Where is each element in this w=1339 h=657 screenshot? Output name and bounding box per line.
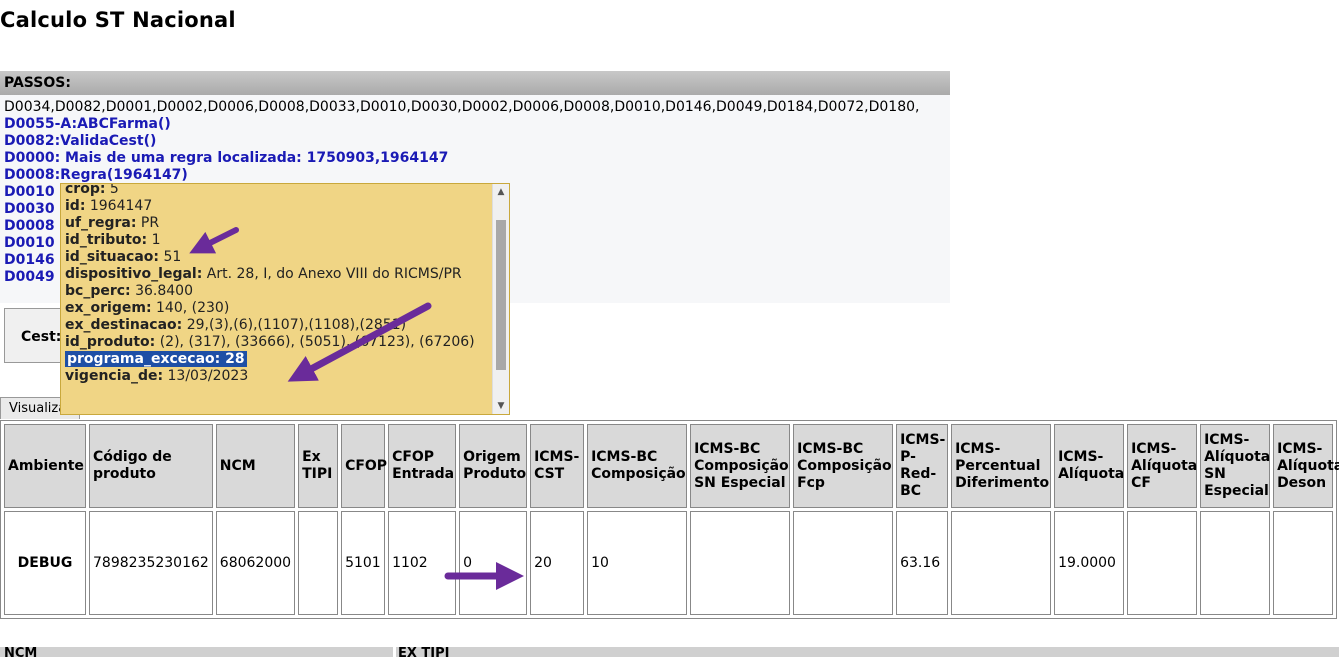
- tooltip-line-highlighted: programa_excecao: 28: [65, 351, 493, 368]
- tooltip-value: Art. 28, I, do Anexo VIII do RICMS/PR: [202, 266, 462, 282]
- tooltip-key: ex_destinacao:: [65, 317, 183, 333]
- tooltip-line: ex_destinacao: 29,(3),(6),(1107),(1108),…: [65, 317, 493, 334]
- table-cell: [298, 511, 339, 615]
- column-header: ICMS-P-Red-BC: [896, 424, 949, 508]
- table-cell: 68062000: [215, 511, 296, 615]
- column-header: Ambiente: [4, 424, 86, 508]
- tooltip-line: vigencia_de: 13/03/2023: [65, 368, 493, 385]
- tooltip-line: ex_origem: 140, (230): [65, 300, 493, 317]
- column-header: Ex TIPI: [298, 424, 339, 508]
- table-row: DEBUG 7898235230162 68062000 5101 1102 0 20 10 6…: [4, 511, 1334, 615]
- regra-tooltip[interactable]: crop: 5 id: 1964147 uf_regra: PR id_tributo…: [60, 183, 510, 415]
- bottom-table-header: NCM EX TIPI: [0, 647, 1339, 657]
- scroll-thumb[interactable]: [496, 220, 506, 370]
- tooltip-value: 140, (230): [151, 300, 230, 316]
- tooltip-line: bc_perc: 36.8400: [65, 283, 493, 300]
- passos-header: PASSOS:: [0, 71, 950, 95]
- column-header: ICMS-Alíquota Deson: [1273, 424, 1339, 508]
- tooltip-value: 36.8400: [130, 283, 193, 299]
- table-cell: 63.16: [896, 511, 949, 615]
- column-header: Código de produto: [89, 424, 213, 508]
- column-header: Origem Produto: [459, 424, 528, 508]
- programa-excecao-selected: programa_excecao: 28: [65, 351, 247, 367]
- tooltip-value: (2), (317), (33666), (5051), (67123), (6…: [155, 334, 475, 350]
- page-title: Calculo ST Nacional: [0, 8, 236, 32]
- scroll-up-icon[interactable]: ▲: [493, 184, 509, 200]
- ncm-header: NCM: [4, 647, 38, 657]
- table-cell: 19.0000: [1054, 511, 1125, 615]
- tooltip-key: vigencia_de:: [65, 368, 164, 384]
- tooltip-value: 5: [105, 183, 119, 197]
- column-header: ICMS-Alíquota CF: [1127, 424, 1197, 508]
- tooltip-value: 1: [147, 232, 161, 248]
- tooltip-value: 13/03/2023: [163, 368, 249, 384]
- tooltip-value: 51: [159, 249, 182, 265]
- table-cell: 7898235230162: [89, 511, 213, 615]
- passos-step: D0000: Mais de uma regra localizada: 175…: [4, 150, 449, 166]
- table-header-row: Ambiente Código de produto NCM Ex TIPI CFOP C…: [4, 424, 1339, 508]
- tooltip-line: dispositivo_legal: Art. 28, I, do Anexo …: [65, 266, 493, 283]
- column-header: ICMS-Percentual Diferimento: [951, 424, 1052, 508]
- column-header: ICMS-CST: [530, 424, 585, 508]
- column-header: ICMS-Alíquota: [1054, 424, 1124, 508]
- tooltip-key: id_tributo:: [65, 232, 148, 248]
- table-cell: [1127, 511, 1198, 615]
- tooltip-key: id:: [65, 198, 86, 214]
- tooltip-key: uf_regra:: [65, 215, 137, 231]
- tooltip-key: bc_perc:: [65, 283, 131, 299]
- passos-codes-line: D0034,D0082,D0001,D0002,D0006,D0008,D003…: [4, 99, 920, 115]
- column-header: ICMS-Alíquota SN Especial: [1200, 424, 1270, 508]
- table-cell: [1273, 511, 1334, 615]
- tooltip-key: id_situacao:: [65, 249, 160, 265]
- column-header: ICMS-BC Composição Fcp: [793, 424, 894, 508]
- calculo-table: Ambiente Código de produto NCM Ex TIPI CFOP C…: [0, 420, 1339, 619]
- table-cell: 0: [459, 511, 528, 615]
- column-header: NCM: [215, 424, 296, 508]
- passos-step-link[interactable]: D0008:Regra(1964147): [4, 167, 946, 184]
- tooltip-key: ex_origem:: [65, 300, 152, 316]
- passos-step: D0082:ValidaCest(): [4, 133, 157, 149]
- table-cell: [1200, 511, 1271, 615]
- tooltip-content: crop: 5 id: 1964147 uf_regra: PR id_tributo…: [65, 183, 493, 385]
- column-header: ICMS-BC Composição SN Especial: [690, 424, 791, 508]
- table-cell: [793, 511, 894, 615]
- passos-step: D0055-A:ABCFarma(): [4, 116, 171, 132]
- tooltip-key: crop:: [65, 183, 106, 197]
- tooltip-line: crop: 5: [65, 183, 493, 198]
- column-header: CFOP: [341, 424, 387, 508]
- cest-label: Cest:: [21, 329, 62, 345]
- tooltip-line: id_produto: (2), (317), (33666), (5051),…: [65, 334, 493, 351]
- scroll-down-icon[interactable]: ▼: [493, 398, 509, 414]
- table-cell: 1102: [388, 511, 457, 615]
- tooltip-scrollbar[interactable]: ▲ ▼: [492, 184, 509, 414]
- table-cell: 5101: [341, 511, 386, 615]
- table-cell: 10: [587, 511, 688, 615]
- tooltip-line: uf_regra: PR: [65, 215, 493, 232]
- tooltip-line: id_situacao: 51: [65, 249, 493, 266]
- table-cell: [951, 511, 1052, 615]
- tooltip-line: id_tributo: 1: [65, 232, 493, 249]
- column-header: CFOP Entrada: [388, 424, 457, 508]
- tooltip-key: id_produto:: [65, 334, 156, 350]
- ex-tipi-header: EX TIPI: [393, 647, 450, 657]
- tooltip-key: dispositivo_legal:: [65, 266, 203, 282]
- table-cell: 20: [530, 511, 585, 615]
- tooltip-value: PR: [136, 215, 160, 231]
- ambiente-cell: DEBUG: [4, 511, 86, 615]
- table-cell: [690, 511, 791, 615]
- tooltip-value: 1964147: [85, 198, 153, 214]
- tooltip-line: id: 1964147: [65, 198, 493, 215]
- tooltip-value: 29,(3),(6),(1107),(1108),(2851): [182, 317, 407, 333]
- column-header: ICMS-BC Composição: [587, 424, 688, 508]
